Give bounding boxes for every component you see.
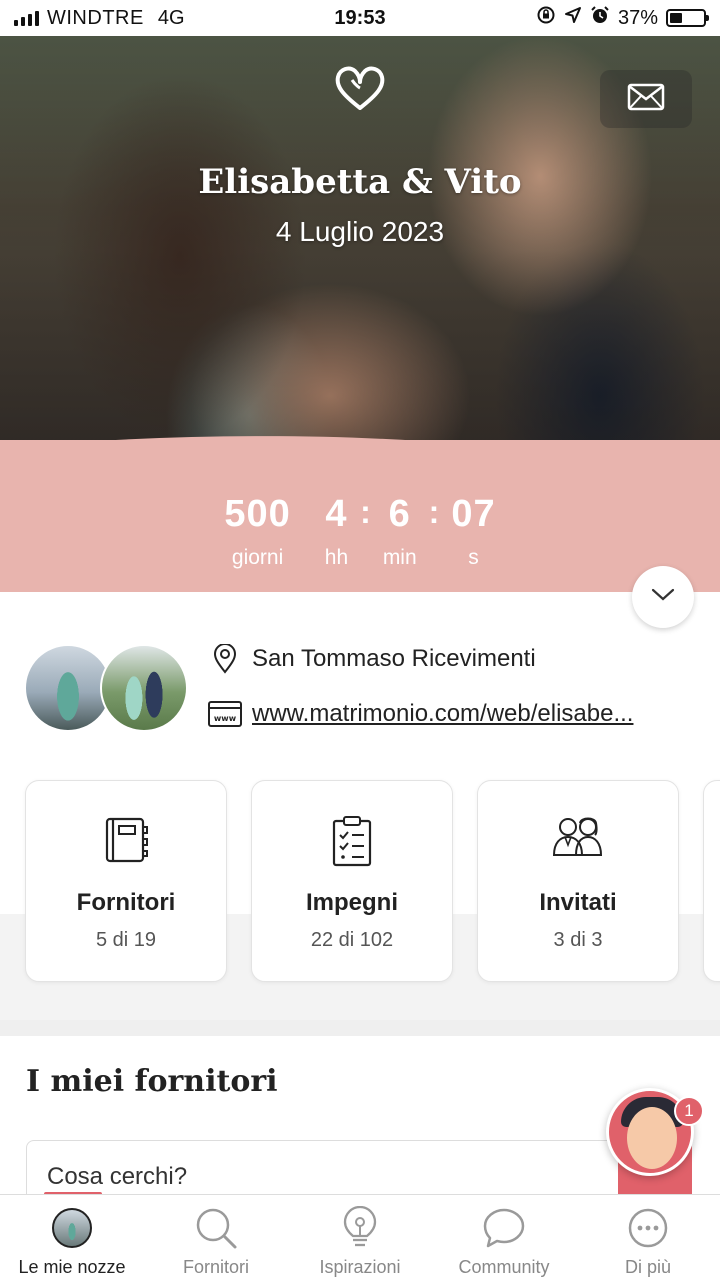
venue-row[interactable]: San Tommaso Ricevimenti [208,644,536,674]
messages-button[interactable] [600,70,692,128]
checklist-icon [330,815,374,872]
assistant-face [627,1107,677,1169]
chat-bubble-icon [482,1207,526,1249]
venue-name: San Tommaso Ricevimenti [252,645,536,672]
avatar [100,644,188,732]
expand-button[interactable] [632,566,694,628]
countdown-days-label: giorni [231,546,284,569]
wedding-date: 4 Luglio 2023 [275,216,445,247]
avatar [24,644,112,732]
countdown-hours-value: 4 [325,493,348,535]
location-arrow-icon [564,6,582,30]
mail-icon [627,83,665,116]
countdown-hours-label: hh [324,546,349,569]
clock: 19:53 [334,6,386,29]
card-title: Fornitori [76,889,176,916]
countdown-wave [0,436,720,470]
notification-badge: 1 [674,1096,704,1126]
nav-label: Fornitori [182,1257,249,1277]
card-count: 3 di 3 [553,929,603,951]
section-title: I miei fornitori [26,1064,278,1099]
card-title: Impegni [305,889,398,916]
battery-percent: 37% [617,6,658,29]
notebook-icon [101,815,151,870]
nav-fornitori[interactable]: Fornitori [144,1195,288,1280]
nav-label: Ispirazioni [319,1257,401,1277]
card-title: Invitati [539,889,617,916]
couple-name: Elisabetta & Vito [198,162,522,202]
alarm-icon [590,5,610,31]
guests-icon [551,815,605,864]
svg-text:www: www [214,714,237,723]
section-divider [0,1020,720,1036]
search-placeholder: Cosa cerchi? [47,1163,188,1190]
countdown-days-value: 500 [224,493,291,535]
card-invitati[interactable]: Invitati 3 di 3 [477,780,679,982]
nav-label: Le mie nozze [18,1257,126,1277]
battery-icon [666,9,709,27]
carrier-name: WINDTRE [47,6,144,29]
website-icon: www [208,701,242,727]
card-count: 5 di 19 [95,929,157,951]
website-link[interactable]: www.matrimonio.com/web/elisabe... [252,700,688,728]
chevron-down-icon [650,587,676,608]
nav-le-mie-nozze[interactable]: Le mie nozze [0,1195,144,1280]
nav-community[interactable]: Community [432,1195,576,1280]
more-icon [627,1207,669,1249]
nav-label: Di più [624,1257,672,1277]
countdown-separator: : [360,494,371,530]
card-count: 22 di 102 [310,929,394,951]
status-bar: WINDTRE 4G 19:53 37% [0,0,720,36]
countdown-seconds-value: 07 [451,493,496,535]
network-type: 4G [157,6,185,29]
location-pin-icon [208,644,242,674]
countdown-days: 500 giorni [224,492,290,570]
card-impegni[interactable]: Impegni 22 di 102 [251,780,453,982]
countdown-separator: : [428,494,440,530]
rotation-lock-icon [536,5,556,31]
website-row[interactable]: www www.matrimonio.com/web/elisabe... [208,700,688,728]
countdown-seconds: 07 s [451,492,495,570]
hero-photo: Elisabetta & Vito 4 Luglio 2023 [0,36,720,466]
countdown-seconds-label: s [468,546,479,569]
countdown-hours: 4 hh [325,492,348,570]
bottom-nav: Le mie nozze Fornitori Ispirazioni Commu… [0,1194,720,1280]
avatar-icon [52,1208,92,1248]
signal-icon [14,10,39,26]
nav-ispirazioni[interactable]: Ispirazioni [288,1195,432,1280]
card-next-partial[interactable] [703,780,720,982]
nav-di-piu[interactable]: Di più [576,1195,720,1280]
heart-logo-icon [334,64,386,117]
card-fornitori[interactable]: Fornitori 5 di 19 [25,780,227,982]
nav-label: Community [458,1257,550,1277]
countdown-minutes: 6 min [383,492,417,570]
search-icon [194,1207,238,1249]
countdown-timer: 500 giorni 4 hh : 6 min : 07 s [0,492,720,570]
countdown-minutes-value: 6 [388,493,411,535]
couple-avatars[interactable] [24,644,194,734]
lightbulb-icon [343,1206,377,1249]
countdown-minutes-label: min [382,546,417,569]
